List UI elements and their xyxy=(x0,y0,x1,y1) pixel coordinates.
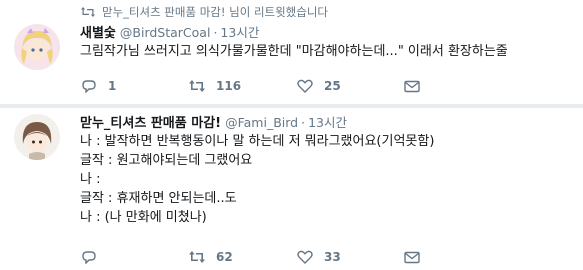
separator-dot: · xyxy=(213,25,218,40)
tweet[interactable]: 새별숯 @BirdStarCoal · 13시간 그림작가님 쓰러지고 의식가물… xyxy=(0,18,583,104)
tweet-text: 그림작가님 쓰러지고 의식가물가물한데 "마감해야하는데..." 이래서 환장하… xyxy=(80,42,508,61)
reply-icon xyxy=(80,249,98,265)
like-button[interactable]: 33 xyxy=(296,249,404,265)
avatar[interactable] xyxy=(14,24,60,70)
tweet-text-line: 글작 : 휴재하면 안되는데..도 xyxy=(80,191,237,206)
like-icon xyxy=(296,78,314,94)
like-count: 33 xyxy=(324,250,341,264)
retweet-icon xyxy=(80,6,96,18)
display-name[interactable]: 맏누_티셔츠 판매품 마감! xyxy=(80,112,221,131)
reply-button[interactable]: 1 xyxy=(80,78,188,94)
retweet-count: 62 xyxy=(216,250,233,264)
reply-count: 1 xyxy=(108,79,117,93)
retweet-button[interactable]: 116 xyxy=(188,78,296,94)
tweet[interactable]: 맏누_티셔츠 판매품 마감! @Fami_Bird · 13시간 나 : 발작하… xyxy=(0,108,583,270)
retweet-button[interactable]: 62 xyxy=(188,249,296,265)
reply-icon xyxy=(80,78,98,94)
direct-message-button[interactable] xyxy=(404,249,428,265)
tweet-text-line: 글작 : 원고해야되는데 그랬어요 xyxy=(80,153,253,168)
direct-message-button[interactable] xyxy=(404,78,428,94)
retweet-icon xyxy=(188,78,206,94)
tweet-actions: 1 116 25 xyxy=(80,78,428,94)
tweet-text-line: 나 : (나 만화에 미쳤나) xyxy=(80,210,207,225)
tweet-text-line: 그림작가님 쓰러지고 의식가물가물한데 "마감해야하는데..." 이래서 환장하… xyxy=(80,44,508,59)
timestamp[interactable]: 13시간 xyxy=(220,22,259,41)
mail-icon xyxy=(404,249,420,265)
like-button[interactable]: 25 xyxy=(296,78,404,94)
separator-dot: · xyxy=(301,115,306,130)
retweet-icon xyxy=(188,249,206,265)
tweet-actions: 62 33 xyxy=(80,249,428,265)
tweet-header: 새별숯 @BirdStarCoal · 13시간 xyxy=(80,22,259,41)
like-count: 25 xyxy=(324,79,341,93)
tweet-text-line: 나 : xyxy=(80,172,101,187)
tweet-text: 나 : 발작하면 반복행동이나 말 하는데 저 뭐라그랬어요(기억못함) 글작 … xyxy=(80,132,434,227)
display-name[interactable]: 새별숯 xyxy=(80,22,116,41)
handle[interactable]: @BirdStarCoal xyxy=(120,25,211,40)
reply-button[interactable] xyxy=(80,249,188,265)
like-icon xyxy=(296,249,314,265)
timestamp[interactable]: 13시간 xyxy=(308,112,347,131)
handle[interactable]: @Fami_Bird xyxy=(225,115,298,130)
retweet-count: 116 xyxy=(216,79,242,93)
tweet-header: 맏누_티셔츠 판매품 마감! @Fami_Bird · 13시간 xyxy=(80,112,347,131)
tweet-text-line: 나 : 발작하면 반복행동이나 말 하는데 저 뭐라그랬어요(기억못함) xyxy=(80,134,435,149)
avatar[interactable] xyxy=(14,114,60,160)
mail-icon xyxy=(404,78,420,94)
